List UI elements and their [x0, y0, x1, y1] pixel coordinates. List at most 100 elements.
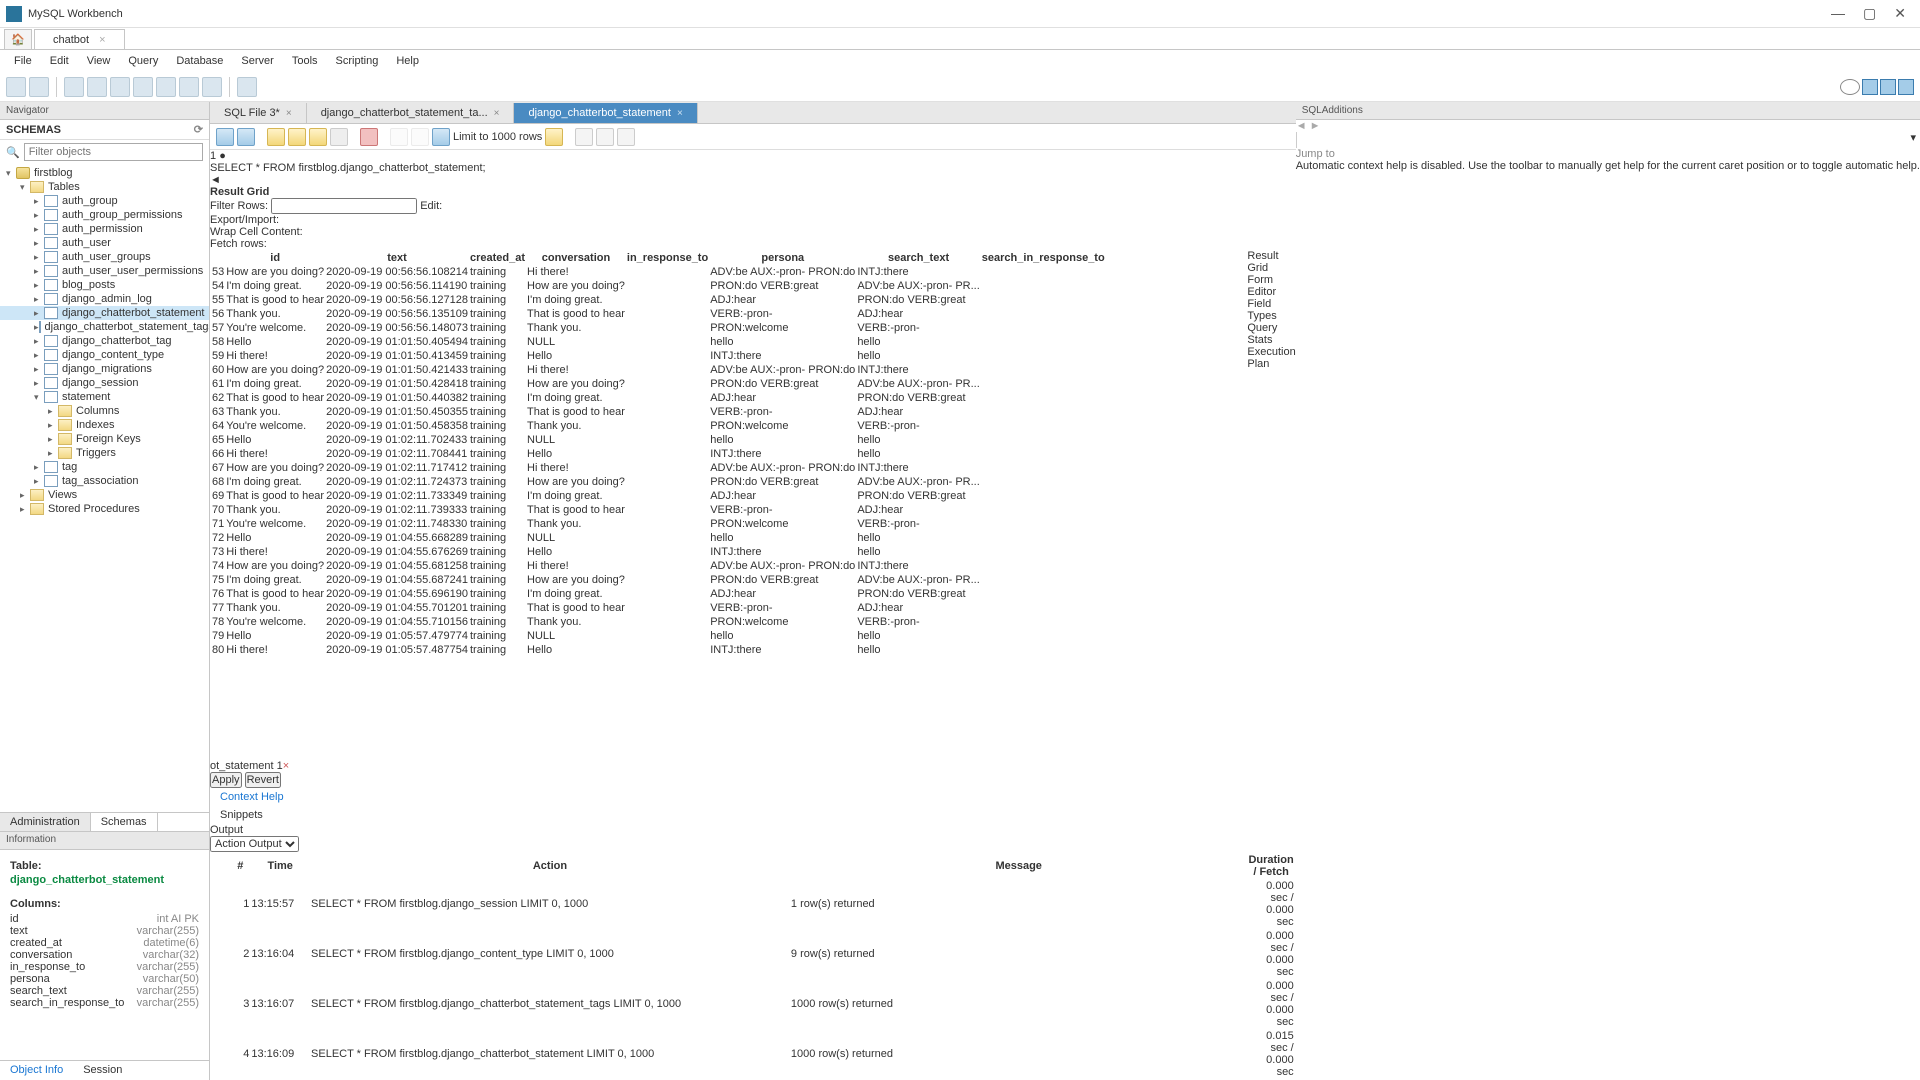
tree-item[interactable]: ▸auth_group_permissions	[0, 208, 209, 222]
explain-icon[interactable]	[309, 128, 327, 146]
find-icon[interactable]	[575, 128, 593, 146]
tab-schemas[interactable]: Schemas	[91, 813, 158, 831]
refresh-icon[interactable]: ⟳	[194, 123, 203, 136]
tree-item[interactable]: ▸Triggers	[0, 446, 209, 460]
home-tab[interactable]: 🏠	[4, 29, 32, 49]
toggle-output-panel-icon[interactable]	[1880, 79, 1896, 95]
tree-item[interactable]: ▾Tables	[0, 180, 209, 194]
menu-file[interactable]: File	[6, 53, 40, 69]
new-schema-icon[interactable]	[87, 77, 107, 97]
filter-objects-input[interactable]	[24, 143, 203, 161]
apply-button[interactable]: Apply	[210, 772, 242, 788]
menu-server[interactable]: Server	[233, 53, 281, 69]
tab-object-info[interactable]: Object Info	[0, 1061, 73, 1080]
result-grid[interactable]: idtextcreated_atconversationin_response_…	[210, 250, 1247, 760]
filter-rows-label: Filter Rows:	[210, 200, 268, 212]
tab-snippets[interactable]: Snippets	[210, 806, 1296, 824]
editor-splitter[interactable]: ◄	[210, 174, 1296, 186]
stop-icon[interactable]	[330, 128, 348, 146]
tree-item[interactable]: ▸auth_group	[0, 194, 209, 208]
execute-icon[interactable]	[267, 128, 285, 146]
filter-rows-input[interactable]	[271, 198, 417, 214]
side-tab-field-types[interactable]: FieldTypes	[1247, 298, 1295, 322]
tree-item[interactable]: ▸django_content_type	[0, 348, 209, 362]
menu-tools[interactable]: Tools	[284, 53, 326, 69]
menu-help[interactable]: Help	[388, 53, 427, 69]
output-type-select[interactable]: Action Output	[210, 836, 299, 852]
editor-tab[interactable]: SQL File 3*×	[210, 103, 307, 123]
tree-item[interactable]: ▸django_admin_log	[0, 292, 209, 306]
new-table-icon[interactable]	[110, 77, 130, 97]
toggle-left-panel-icon[interactable]	[1862, 79, 1878, 95]
toggle-autocommit-icon[interactable]	[360, 128, 378, 146]
tree-item[interactable]: ▸django_chatterbot_tag	[0, 334, 209, 348]
sql-editor[interactable]: 1 ● SELECT * FROM firstblog.django_chatt…	[210, 150, 1296, 174]
tree-item[interactable]: ▸auth_user_user_permissions	[0, 264, 209, 278]
tree-item[interactable]: ▸django_migrations	[0, 362, 209, 376]
tree-item[interactable]: ▸Views	[0, 488, 209, 502]
menu-scripting[interactable]: Scripting	[328, 53, 387, 69]
beautify-icon[interactable]	[545, 128, 563, 146]
editor-tab[interactable]: django_chatterbot_statement×	[514, 103, 697, 123]
close-tab-icon[interactable]: ×	[99, 34, 105, 46]
tab-session[interactable]: Session	[73, 1061, 132, 1080]
tree-item[interactable]: ▸django_chatterbot_statement_tags	[0, 320, 209, 334]
tree-item[interactable]: ▸django_session	[0, 376, 209, 390]
connection-tab[interactable]: chatbot×	[34, 29, 125, 49]
result-tab[interactable]: ot_statement 1×	[210, 760, 1296, 772]
tree-item[interactable]: ▾firstblog	[0, 166, 209, 180]
tree-item[interactable]: ▸tag	[0, 460, 209, 474]
maximize-icon[interactable]: ▢	[1863, 5, 1876, 22]
sql-code[interactable]: SELECT * FROM firstblog.django_chatterbo…	[210, 162, 1296, 174]
tree-item[interactable]: ▸auth_user_groups	[0, 250, 209, 264]
tab-context-help[interactable]: Context Help	[210, 788, 1296, 806]
tree-item[interactable]: ▸Columns	[0, 404, 209, 418]
tree-item[interactable]: ▸auth_user	[0, 236, 209, 250]
tree-item[interactable]: ▸Stored Procedures	[0, 502, 209, 516]
new-proc-icon[interactable]	[156, 77, 176, 97]
menu-edit[interactable]: Edit	[42, 53, 77, 69]
tree-item[interactable]: ▸Foreign Keys	[0, 432, 209, 446]
search-table-icon[interactable]	[202, 77, 222, 97]
forward-icon[interactable]: ►	[1310, 120, 1321, 132]
wrap-icon[interactable]	[617, 128, 635, 146]
new-view-icon[interactable]	[133, 77, 153, 97]
sql-additions-toolbar: ◄ ► Jump to	[1296, 120, 1920, 160]
minimize-icon[interactable]: —	[1831, 5, 1845, 22]
row-limit-select[interactable]: Limit to 1000 rows▾	[453, 131, 542, 143]
menu-view[interactable]: View	[79, 53, 119, 69]
tree-item[interactable]: ▸tag_association	[0, 474, 209, 488]
execute-current-icon[interactable]	[288, 128, 306, 146]
close-icon[interactable]: ✕	[1894, 5, 1906, 22]
tab-administration[interactable]: Administration	[0, 813, 91, 831]
inspector-icon[interactable]	[64, 77, 84, 97]
toggle-right-panel-icon[interactable]	[1898, 79, 1914, 95]
new-sql-tab-icon[interactable]	[6, 77, 26, 97]
side-tab-execution-plan[interactable]: ExecutionPlan	[1247, 346, 1295, 370]
new-func-icon[interactable]	[179, 77, 199, 97]
editor-tab[interactable]: django_chatterbot_statement_ta...×	[307, 103, 515, 123]
schema-tree[interactable]: ▾firstblog▾Tables▸auth_group▸auth_group_…	[0, 164, 209, 812]
invisible-icon[interactable]	[596, 128, 614, 146]
open-file-icon[interactable]	[216, 128, 234, 146]
menu-query[interactable]: Query	[120, 53, 166, 69]
tree-item[interactable]: ▸auth_permission	[0, 222, 209, 236]
tree-item[interactable]: ▸Indexes	[0, 418, 209, 432]
back-icon[interactable]: ◄	[1296, 120, 1307, 132]
revert-button[interactable]: Revert	[245, 772, 281, 788]
reconnect-icon[interactable]	[237, 77, 257, 97]
save-file-icon[interactable]	[237, 128, 255, 146]
commit-icon[interactable]	[390, 128, 408, 146]
close-result-icon[interactable]: ×	[283, 760, 289, 772]
rollback-icon[interactable]	[411, 128, 429, 146]
open-sql-icon[interactable]	[29, 77, 49, 97]
tree-item[interactable]: ▸blog_posts	[0, 278, 209, 292]
side-tab-query-stats[interactable]: QueryStats	[1247, 322, 1295, 346]
tree-item[interactable]: ▸django_chatterbot_statement	[0, 306, 209, 320]
toggle-sidebar-icon[interactable]	[1840, 79, 1860, 95]
side-tab-result-grid[interactable]: ResultGrid	[1247, 250, 1295, 274]
side-tab-form-editor[interactable]: FormEditor	[1247, 274, 1295, 298]
tree-item[interactable]: ▾statement	[0, 390, 209, 404]
menu-database[interactable]: Database	[168, 53, 231, 69]
toggle-limit-icon[interactable]	[432, 128, 450, 146]
